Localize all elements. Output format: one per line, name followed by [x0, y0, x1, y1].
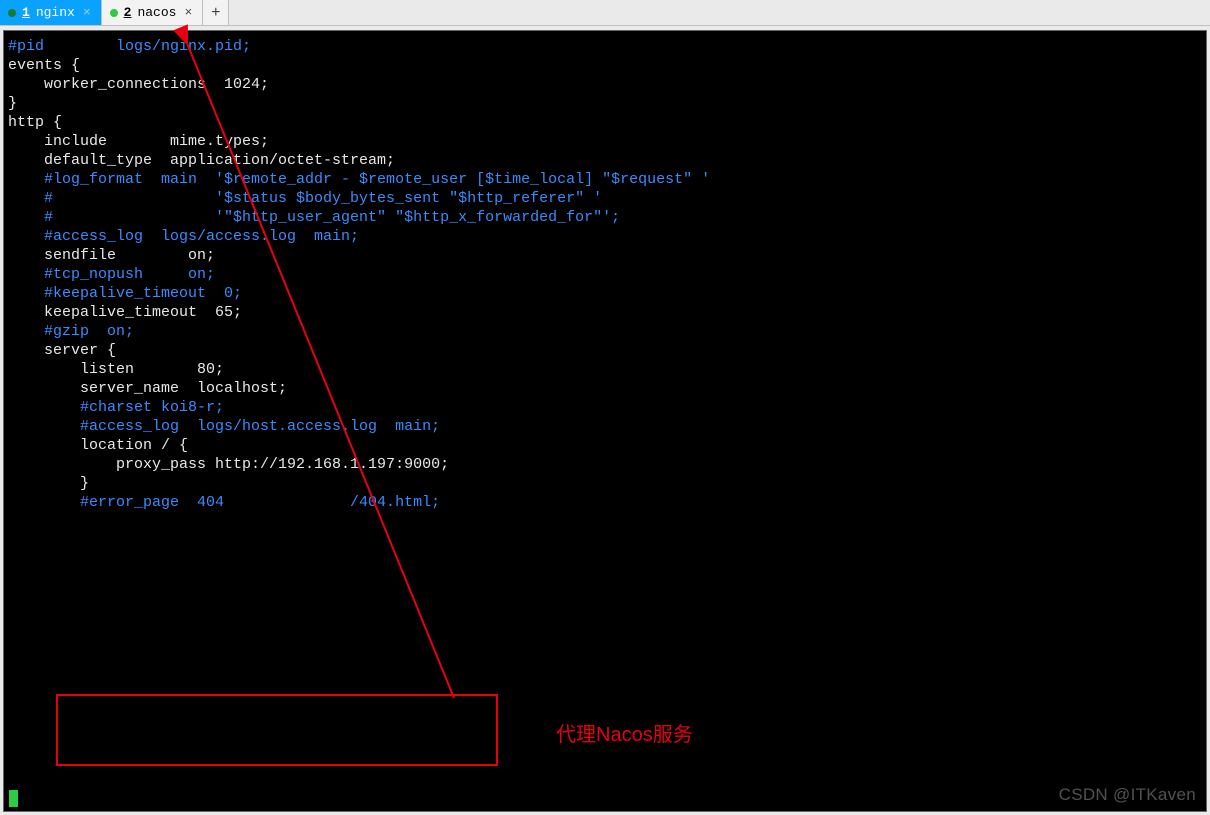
tab-index: 1: [22, 5, 30, 20]
code-line: #error_page 404 /404.html;: [8, 493, 1202, 512]
code-line: # '"$http_user_agent" "$http_x_forwarded…: [8, 208, 1202, 227]
tab-label: nacos: [137, 5, 176, 20]
code-line: #pid logs/nginx.pid;: [8, 37, 1202, 56]
annotation-label: 代理Nacos服务: [556, 718, 693, 747]
status-dot-icon: [8, 9, 16, 17]
code-line: worker_connections 1024;: [8, 75, 1202, 94]
code-line: #charset koi8-r;: [8, 398, 1202, 417]
tab-bar: 1 nginx × 2 nacos × +: [0, 0, 1210, 26]
code-line: #keepalive_timeout 0;: [8, 284, 1202, 303]
code-line: location / {: [8, 436, 1202, 455]
code-line: default_type application/octet-stream;: [8, 151, 1202, 170]
code-line: }: [8, 474, 1202, 493]
app-root: { "tabbar": { "tabs": [ { "index": "1", …: [0, 0, 1210, 815]
code-line: }: [8, 94, 1202, 113]
code-line: #tcp_nopush on;: [8, 265, 1202, 284]
code-line: proxy_pass http://192.168.1.197:9000;: [8, 455, 1202, 474]
code-line: # '$status $body_bytes_sent "$http_refer…: [8, 189, 1202, 208]
code-line: #log_format main '$remote_addr - $remote…: [8, 170, 1202, 189]
tab-nginx[interactable]: 1 nginx ×: [0, 0, 102, 25]
code-line: keepalive_timeout 65;: [8, 303, 1202, 322]
code-line: include mime.types;: [8, 132, 1202, 151]
code-line: server {: [8, 341, 1202, 360]
code-line: sendfile on;: [8, 246, 1202, 265]
terminal-cursor: [9, 790, 18, 807]
code-line: events {: [8, 56, 1202, 75]
close-icon[interactable]: ×: [182, 5, 194, 20]
tab-index: 2: [124, 5, 132, 20]
tab-label: nginx: [36, 5, 75, 20]
annotation-box: [56, 694, 498, 766]
new-tab-button[interactable]: +: [203, 0, 229, 25]
code-line: #access_log logs/host.access.log main;: [8, 417, 1202, 436]
code-line: http {: [8, 113, 1202, 132]
code-line: #access_log logs/access.log main;: [8, 227, 1202, 246]
code-line: #gzip on;: [8, 322, 1202, 341]
tab-nacos[interactable]: 2 nacos ×: [102, 0, 204, 25]
status-dot-icon: [110, 9, 118, 17]
code-line: server_name localhost;: [8, 379, 1202, 398]
code-line: listen 80;: [8, 360, 1202, 379]
close-icon[interactable]: ×: [81, 5, 93, 20]
